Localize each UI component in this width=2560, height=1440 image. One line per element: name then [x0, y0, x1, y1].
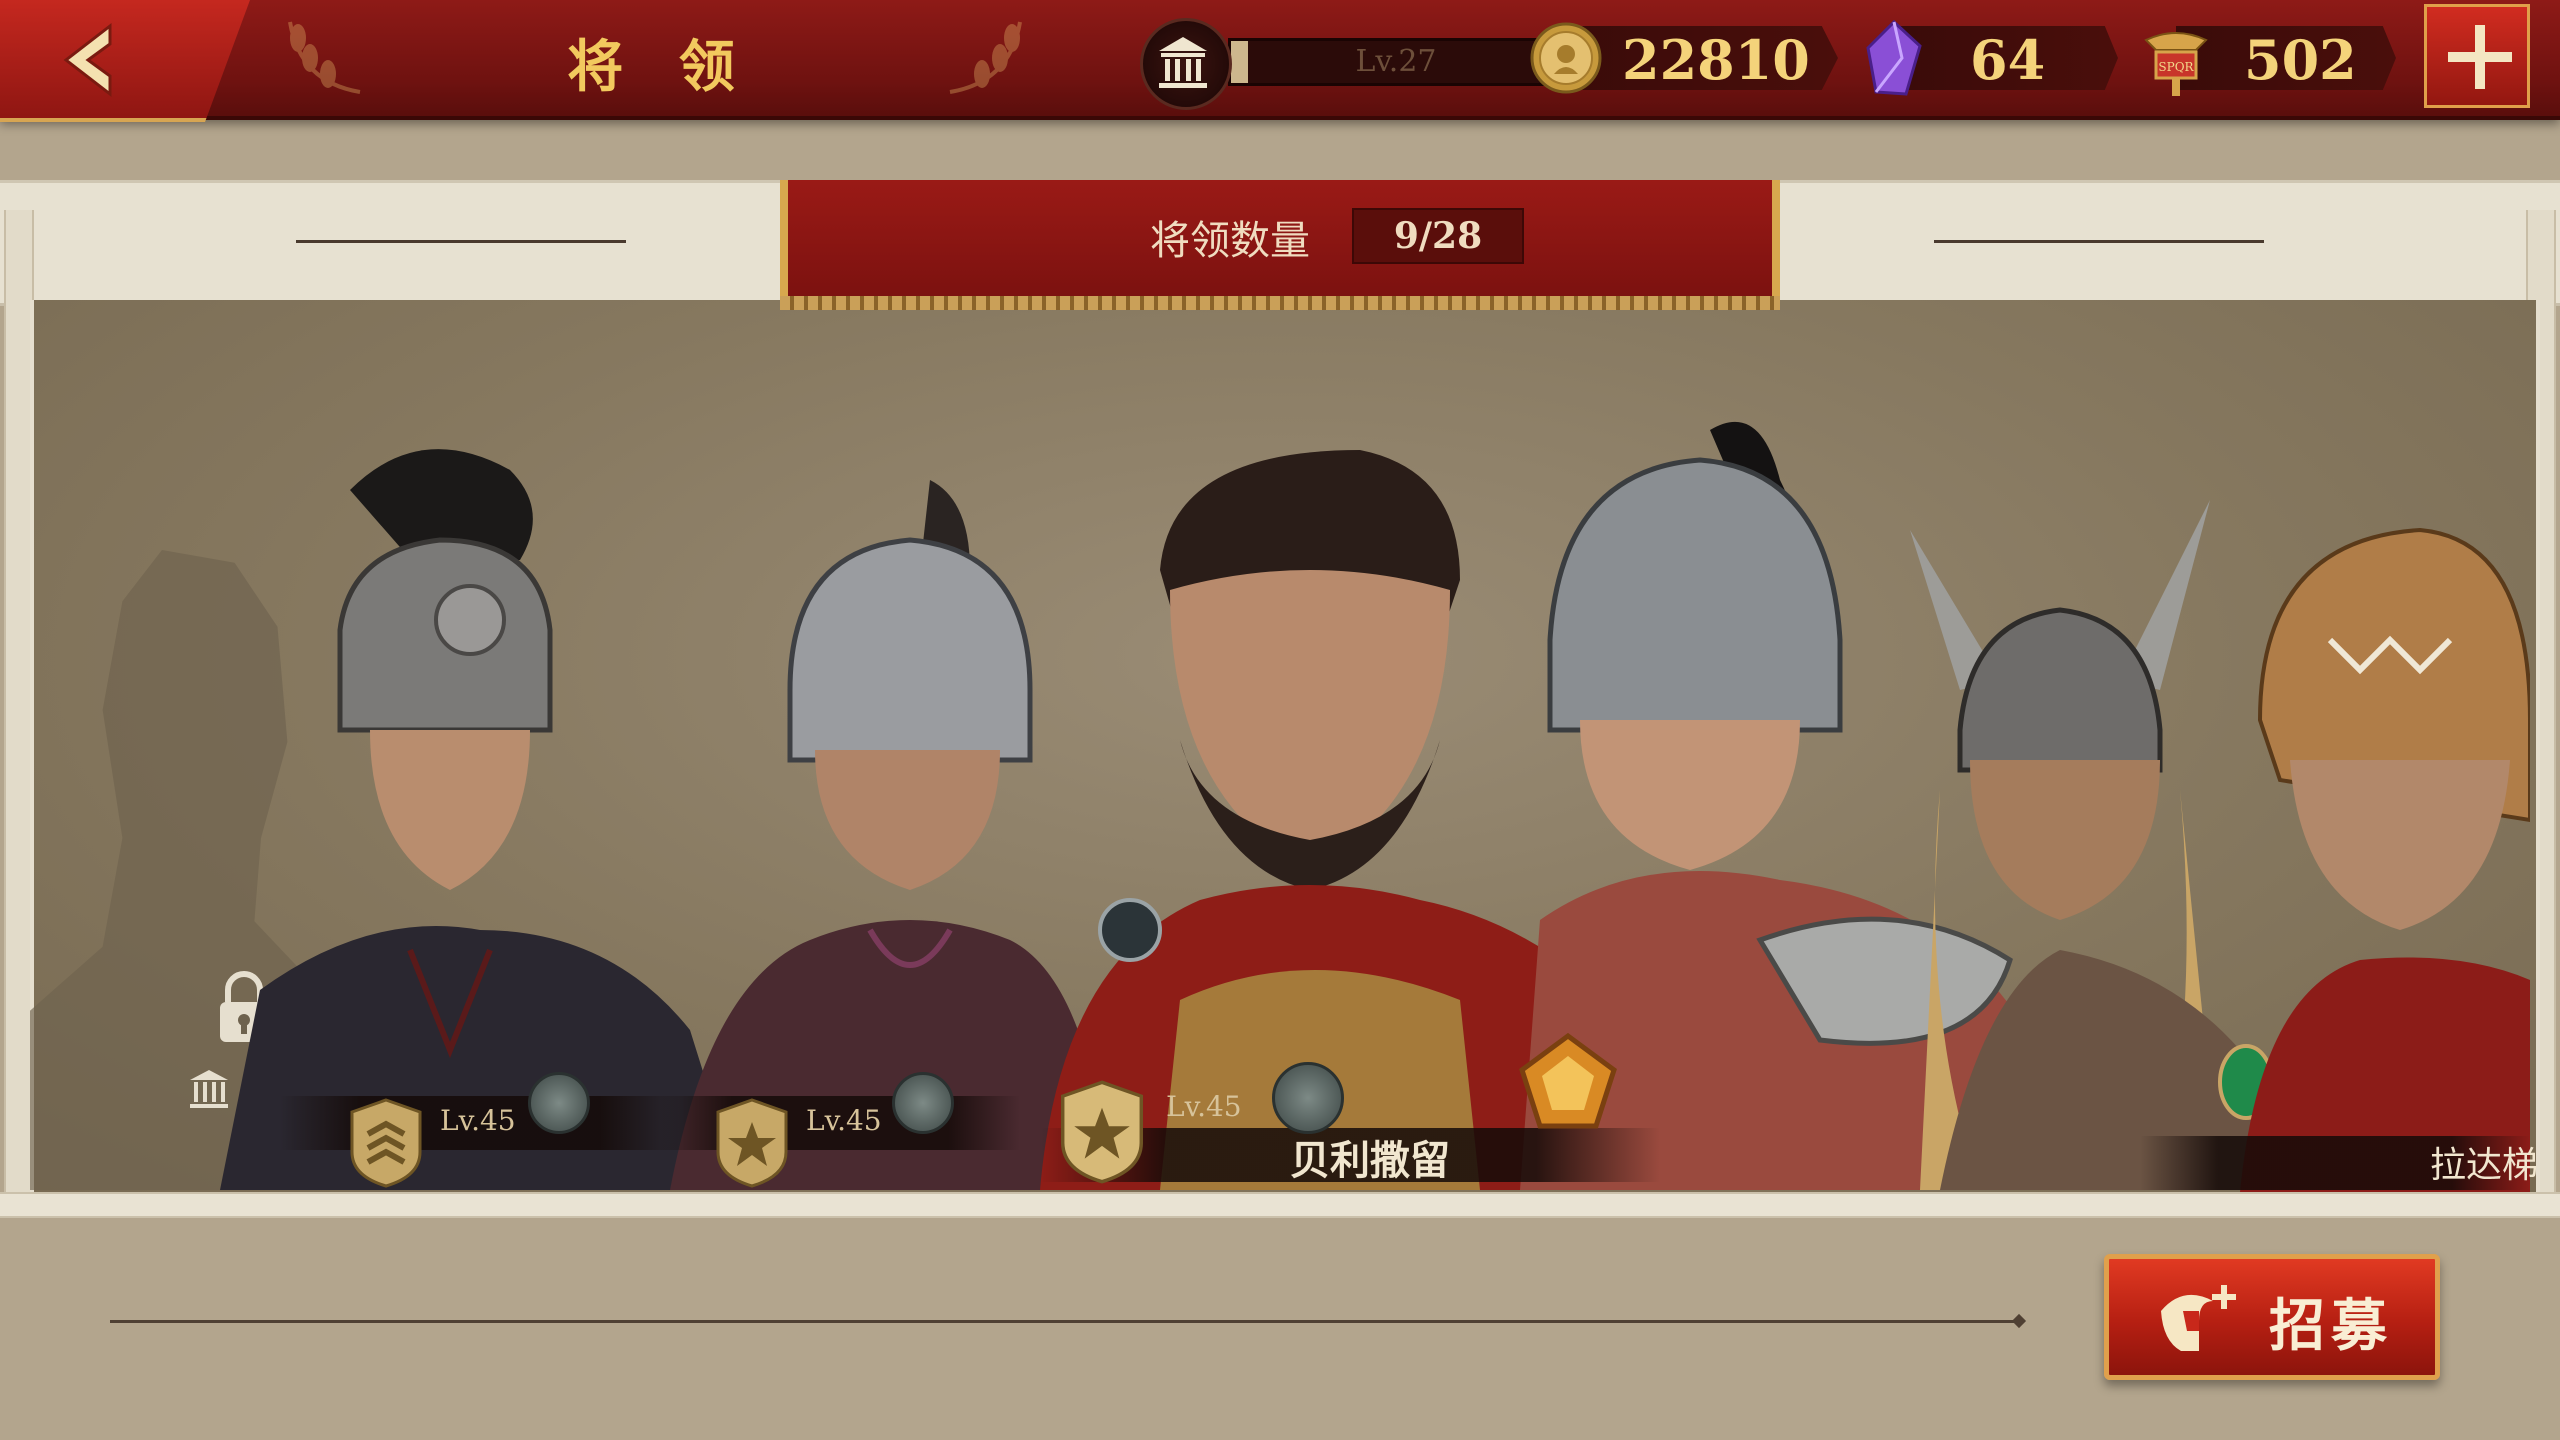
divider-left — [296, 240, 626, 243]
hero-1-skill-emblem-icon — [528, 1072, 590, 1134]
level-text: Lv.27 — [1355, 44, 1437, 79]
rank-star-badge-large-icon — [1060, 1080, 1144, 1184]
banner-fringe — [780, 296, 1780, 310]
spqr-value: 502 — [2244, 28, 2357, 92]
top-bar: 将 领 Lv.27 22810 64 SPQR 502 — [0, 0, 2560, 122]
hero-2-skill-emblem-icon — [892, 1072, 954, 1134]
divider-right — [1934, 240, 2264, 243]
level-progress-bar: Lv.27 — [1228, 38, 1564, 86]
add-resource-button[interactable] — [2424, 4, 2530, 108]
hero-portrait-lion-pelt — [2240, 527, 2530, 1192]
laurel-right-icon — [949, 21, 1022, 94]
hero-2-level: Lv.45 — [806, 1104, 882, 1137]
raddatis-name: 拉达梯 — [2430, 1145, 2539, 1186]
coins-value: 22810 — [1622, 28, 1810, 92]
back-button[interactable] — [0, 0, 250, 122]
laurel-left-icon — [288, 21, 361, 94]
back-arrow-icon — [63, 22, 112, 98]
panel-footer-frame — [0, 1192, 2560, 1218]
bottom-divider — [110, 1320, 2020, 1323]
general-count-value: 9/28 — [1352, 208, 1524, 264]
svg-text:SPQR: SPQR — [2158, 60, 2194, 74]
spqr-resource[interactable]: SPQR 502 — [2136, 20, 2396, 96]
gems-value: 64 — [1970, 28, 2046, 92]
hero-1-level: Lv.45 — [440, 1104, 516, 1137]
city-level[interactable]: Lv.27 — [1140, 18, 1564, 110]
recruit-label: 招募 — [2269, 1293, 2393, 1359]
city-building-icon — [1140, 18, 1232, 110]
eagle-standard-icon: SPQR — [2144, 32, 2208, 96]
rank-chevron-badge-icon — [350, 1098, 422, 1188]
pentagon-gem-icon — [1519, 1032, 1617, 1129]
recruit-button[interactable]: 招募 — [2104, 1254, 2440, 1380]
spartan-helmet-plus-icon — [2161, 1285, 2236, 1351]
belisarius-name: 贝利撒留 — [1290, 1137, 1450, 1184]
coins-resource[interactable]: 22810 — [1528, 20, 1838, 96]
belisarius-level: Lv.45 — [1166, 1090, 1242, 1123]
belisarius-skill-emblem-icon — [1272, 1062, 1344, 1134]
rank-star-badge-icon — [716, 1098, 788, 1188]
gems-resource[interactable]: 64 — [1858, 19, 2118, 96]
coin-icon — [1530, 22, 1602, 94]
hero-card-raddatis[interactable] — [2240, 520, 2530, 1192]
page-title: 将 领 — [567, 34, 753, 100]
gem-icon — [1866, 19, 1922, 96]
general-count-label: 将领数量 — [1150, 218, 1310, 264]
